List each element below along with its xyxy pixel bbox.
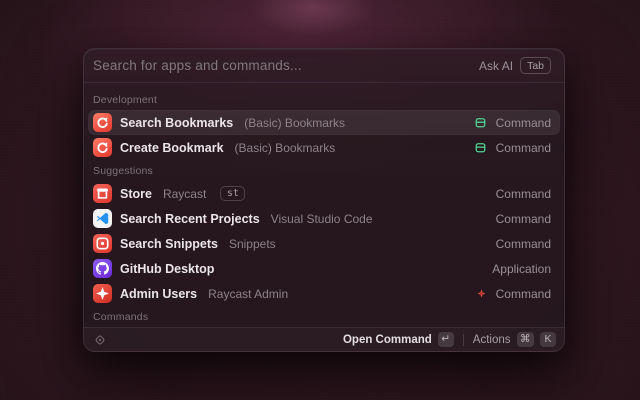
search-bar: Ask AI Tab: [84, 49, 564, 82]
item-title: Search Bookmarks: [120, 116, 233, 130]
section-header-suggestions: Suggestions: [88, 160, 560, 181]
bookmark-extension-icon: [474, 116, 487, 129]
actions-label: Actions: [473, 334, 511, 346]
alias-badge: st: [220, 186, 245, 201]
item-title: GitHub Desktop: [120, 262, 214, 276]
bookmarks-app-icon: [93, 113, 112, 132]
item-type: Command: [496, 141, 551, 155]
actions-button[interactable]: Actions ⌘ K: [473, 332, 556, 347]
list-item-admin-users[interactable]: Admin Users Raycast Admin Command: [88, 281, 560, 306]
bookmarks-app-icon: [93, 138, 112, 157]
raycast-admin-extension-icon: [476, 288, 487, 299]
bookmark-extension-icon: [474, 141, 487, 154]
item-title: Search Snippets: [120, 237, 218, 251]
section-header-commands: Commands: [88, 306, 560, 327]
snippets-app-icon: [93, 234, 112, 253]
footer-divider: [463, 334, 464, 346]
vscode-app-icon: [93, 209, 112, 228]
search-input[interactable]: [93, 58, 471, 73]
footer-bar: Open Command ↵ Actions ⌘ K: [84, 327, 564, 351]
raycast-launcher-window: Ask AI Tab Development Search Bookmarks …: [83, 48, 565, 352]
item-type: Command: [496, 187, 551, 201]
item-subtitle: Raycast: [163, 187, 206, 201]
item-title: Admin Users: [120, 287, 197, 301]
raycast-logo-icon: [93, 333, 107, 347]
list-item-github-desktop[interactable]: GitHub Desktop Application: [88, 256, 560, 281]
ask-ai-label: Ask AI: [479, 59, 513, 73]
item-type: Application: [492, 262, 551, 276]
item-subtitle: Raycast Admin: [208, 287, 288, 301]
tab-keycap: Tab: [520, 57, 551, 74]
github-desktop-app-icon: [93, 259, 112, 278]
command-keycap: ⌘: [517, 332, 535, 347]
item-type: Command: [496, 287, 551, 301]
item-type: Command: [496, 237, 551, 251]
item-subtitle: Visual Studio Code: [271, 212, 373, 226]
item-title: Store: [120, 187, 152, 201]
list-item-search-bookmarks[interactable]: Search Bookmarks (Basic) Bookmarks Comma…: [88, 110, 560, 135]
results-list[interactable]: Development Search Bookmarks (Basic) Boo…: [84, 83, 564, 327]
store-app-icon: [93, 184, 112, 203]
item-title: Search Recent Projects: [120, 212, 260, 226]
list-item-search-snippets[interactable]: Search Snippets Snippets Command: [88, 231, 560, 256]
list-item-store[interactable]: Store Raycast st Command: [88, 181, 560, 206]
item-subtitle: (Basic) Bookmarks: [235, 141, 336, 155]
list-item-search-recent-projects[interactable]: Search Recent Projects Visual Studio Cod…: [88, 206, 560, 231]
section-header-development: Development: [88, 89, 560, 110]
item-subtitle: Snippets: [229, 237, 276, 251]
item-title: Create Bookmark: [120, 141, 224, 155]
item-type: Command: [496, 212, 551, 226]
open-command-button[interactable]: Open Command ↵: [343, 332, 454, 347]
ask-ai-button[interactable]: Ask AI Tab: [479, 57, 551, 74]
admin-users-app-icon: [93, 284, 112, 303]
item-subtitle: (Basic) Bookmarks: [244, 116, 345, 130]
return-keycap: ↵: [438, 332, 454, 347]
item-type: Command: [496, 116, 551, 130]
k-keycap: K: [540, 332, 556, 347]
list-item-create-bookmark[interactable]: Create Bookmark (Basic) Bookmarks Comman…: [88, 135, 560, 160]
open-command-label: Open Command: [343, 334, 432, 346]
